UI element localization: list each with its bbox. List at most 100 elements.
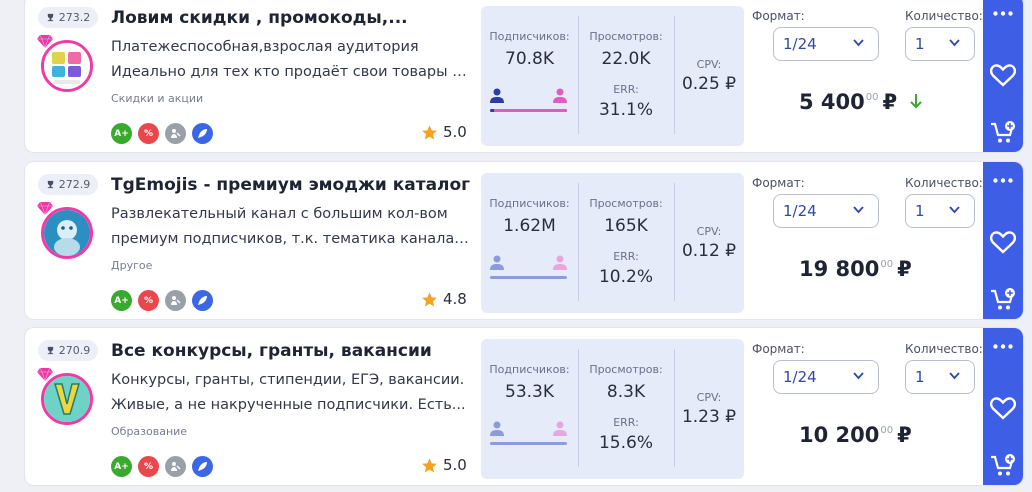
description-line: премиум подписчиков, т.к. тематика канал… [111, 231, 471, 247]
format-select[interactable]: 1/24 [773, 360, 879, 394]
channel-category: Образование [111, 425, 188, 438]
verified-badge[interactable]: A+ [111, 456, 132, 477]
price-amount: 5 400 [799, 90, 865, 114]
views-label: Просмотров: [589, 30, 663, 43]
price-currency: ₽ [897, 257, 912, 281]
channel-title[interactable]: Все конкурсы, гранты, вакансии [111, 341, 471, 361]
arrow-down-icon [910, 94, 922, 109]
female-icon [553, 421, 567, 436]
quantity-label: Количество: [905, 176, 983, 190]
gender-bar [490, 276, 567, 279]
channel-description: Развлекательный канал с большим кол-вом … [111, 202, 471, 252]
heart-icon[interactable] [983, 64, 1023, 87]
male-icon [490, 255, 504, 270]
more-dots-icon[interactable] [983, 178, 1023, 183]
description-line: Живые, а не накрученные подписчики. Есть… [111, 397, 466, 413]
feature-badges: A+ % [111, 123, 213, 144]
description-line: Платежеспособная,взрослая аудитория [111, 39, 419, 55]
price-amount: 19 800 [799, 257, 880, 281]
male-icon [490, 88, 504, 103]
rating-badge: 272.9 [38, 174, 98, 195]
subscribers-value: 1.62M [503, 216, 556, 236]
chevron-down-icon [949, 372, 960, 380]
chevron-down-icon [853, 372, 864, 380]
format-value: 1/24 [783, 35, 817, 53]
cart-plus-icon[interactable] [983, 454, 1023, 478]
format-label: Формат: [752, 176, 805, 190]
cart-plus-icon[interactable] [983, 288, 1023, 312]
channel-title[interactable]: TgEmojis - премиум эмоджи каталог [111, 175, 471, 195]
quantity-label: Количество: [905, 342, 983, 356]
handshake-icon[interactable] [165, 290, 186, 311]
price-currency: ₽ [897, 423, 912, 447]
format-value: 1/24 [783, 368, 817, 386]
trophy-icon [47, 346, 53, 355]
score-value: 5.0 [443, 123, 467, 141]
chevron-down-icon [949, 39, 960, 47]
description-line: Конкурсы, гранты, стипендии, ЕГЭ, ваканс… [111, 372, 465, 388]
err-label: ERR: [613, 416, 639, 429]
action-sidebar [983, 162, 1023, 319]
price-cents: 00 [880, 259, 894, 270]
discount-badge[interactable]: % [138, 290, 159, 311]
stats-panel: Подписчиков: 1.62M Просмотров: 165K ERR:… [481, 173, 744, 313]
discount-badge[interactable]: % [138, 123, 159, 144]
star-icon [422, 457, 437, 473]
cart-plus-icon[interactable] [983, 121, 1023, 145]
channel-card[interactable]: 272.9 TgEmojis - премиум эмоджи каталог … [24, 161, 1024, 320]
rating-value: 270.9 [58, 344, 91, 357]
channel-score: 5.0 [421, 456, 467, 474]
rocket-icon[interactable] [192, 290, 213, 311]
price: 19 80000 ₽ [799, 257, 912, 281]
channel-description: Платежеспособная,взрослая аудитория Идеа… [111, 35, 471, 85]
verified-badge[interactable]: A+ [111, 290, 132, 311]
verified-badge[interactable]: A+ [111, 123, 132, 144]
score-value: 4.8 [443, 290, 467, 308]
cpv-value: 0.12 ₽ [681, 241, 737, 261]
discount-badge[interactable]: % [138, 456, 159, 477]
chevron-down-icon [853, 39, 864, 47]
channel-card[interactable]: 270.9 Все конкурсы, гранты, вакансии Кон… [24, 327, 1024, 486]
cpv-label: CPV: [696, 391, 722, 404]
quantity-select[interactable]: 1 [905, 360, 975, 394]
views-value: 22.0K [601, 49, 651, 69]
description-line: Развлекательный канал с большим кол-вом [111, 206, 448, 222]
channel-card[interactable]: 273.2 Ловим скидки , промокоды,... Плате… [24, 0, 1024, 153]
subscribers-label: Подписчиков: [489, 197, 570, 210]
views-value: 165K [604, 216, 648, 236]
views-label: Просмотров: [589, 363, 663, 376]
trophy-icon [47, 180, 53, 189]
diamond-icon [37, 35, 53, 48]
format-select[interactable]: 1/24 [773, 27, 879, 61]
heart-icon[interactable] [983, 397, 1023, 420]
star-icon [422, 291, 437, 307]
handshake-icon[interactable] [165, 123, 186, 144]
heart-icon[interactable] [983, 231, 1023, 254]
format-select[interactable]: 1/24 [773, 194, 879, 228]
chevron-down-icon [853, 206, 864, 214]
female-icon [553, 255, 567, 270]
star-icon [422, 124, 437, 140]
trophy-icon [47, 13, 53, 22]
chevron-down-icon [949, 206, 960, 214]
channel-category: Скидки и акции [111, 92, 204, 105]
channel-title[interactable]: Ловим скидки , промокоды,... [111, 8, 471, 28]
action-sidebar [983, 0, 1023, 152]
err-label: ERR: [613, 250, 639, 263]
format-value: 1/24 [783, 202, 817, 220]
rating-value: 272.9 [58, 178, 91, 191]
subscribers-value: 53.3K [505, 382, 554, 402]
quantity-select[interactable]: 1 [905, 27, 975, 61]
quantity-select[interactable]: 1 [905, 194, 975, 228]
rocket-icon[interactable] [192, 456, 213, 477]
handshake-icon[interactable] [165, 456, 186, 477]
quantity-value: 1 [915, 35, 925, 53]
quantity-label: Количество: [905, 9, 983, 23]
rocket-icon[interactable] [192, 123, 213, 144]
more-dots-icon[interactable] [983, 344, 1023, 349]
err-value: 15.6% [598, 433, 653, 453]
diamond-icon [37, 202, 53, 215]
cpv-value: 0.25 ₽ [681, 74, 737, 94]
rating-badge: 273.2 [38, 7, 98, 28]
more-dots-icon[interactable] [983, 11, 1023, 16]
